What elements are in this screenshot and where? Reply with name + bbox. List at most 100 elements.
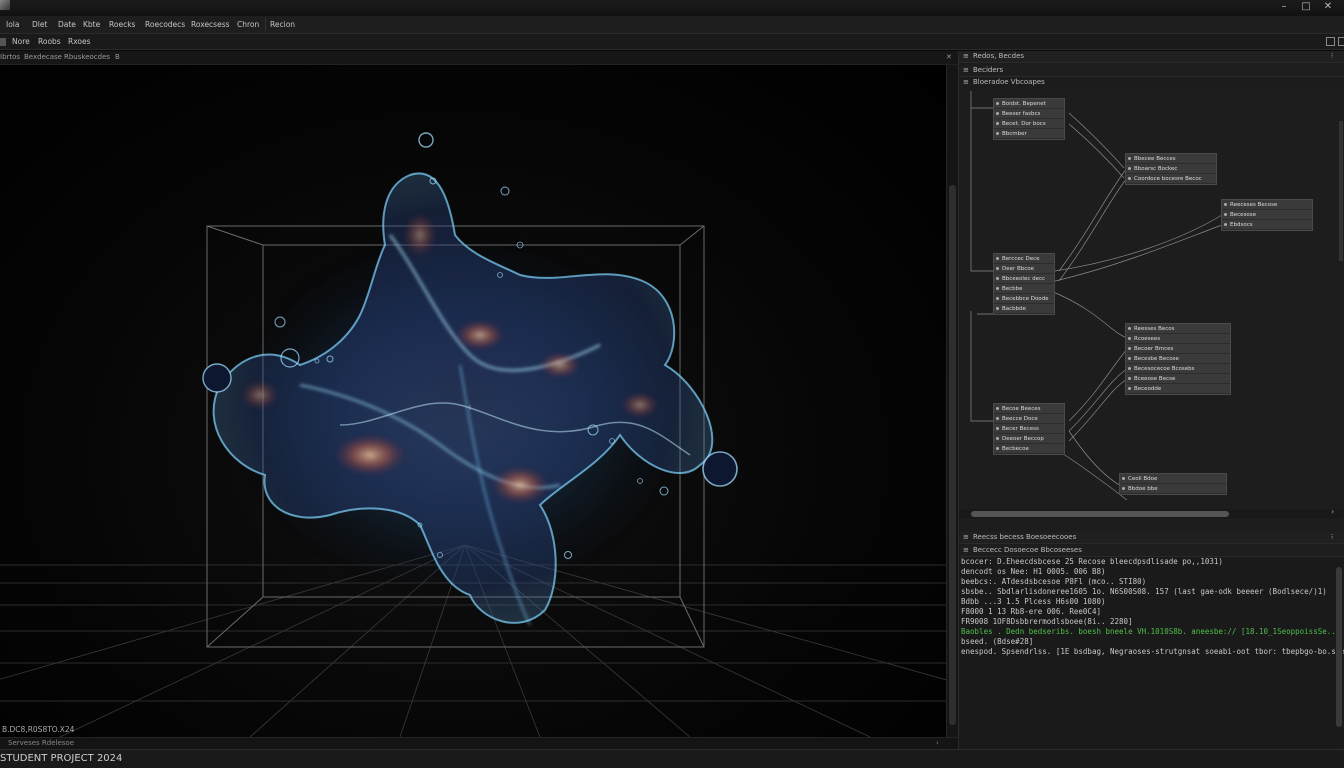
console-title: Reecss becess Boesoeecooes — [973, 533, 1077, 541]
viewport-tab[interactable]: Bexdecase — [24, 53, 62, 61]
node-row: Bbecee Becces — [1126, 154, 1216, 164]
status-text: STUDENT PROJECT 2024 — [0, 753, 123, 764]
menu-item[interactable]: Roecodecs — [141, 18, 189, 31]
node-row: Becesbe Becose — [1126, 354, 1230, 364]
node-row: Becbbe — [994, 284, 1054, 294]
node-editor-icon: ≡ — [963, 78, 969, 86]
node-row: Coordoce bocesre Becoc — [1126, 174, 1216, 184]
console-line: bcocer: D.Eheecdsbcese 25 Recose bleecdp… — [961, 557, 1223, 566]
console-scrollbar[interactable] — [1335, 559, 1343, 739]
menu-item[interactable]: Roxecsess — [187, 18, 234, 31]
viewport-tab[interactable]: B — [115, 53, 120, 61]
menu-item[interactable]: Kbte — [79, 18, 104, 31]
node-row: Becoe Beeces — [994, 404, 1064, 414]
graph-node[interactable]: Bbecee Becces Bboarsc Bockec Coordoce bo… — [1125, 153, 1217, 185]
menu-bar: Iola Dlet Date Kbte Roecks Roecodecs Rox… — [0, 16, 1344, 34]
panel-collapse-icon[interactable]: ≡ — [963, 66, 969, 74]
menu-item[interactable]: Roecks — [105, 18, 139, 31]
viewport-close-button[interactable]: ✕ — [946, 53, 952, 61]
menu-item[interactable]: Date — [54, 18, 80, 31]
panel-options-icon[interactable]: ⁝ — [1331, 533, 1333, 541]
viewport-scrollbar[interactable] — [946, 65, 958, 737]
scrollbar-thumb[interactable] — [1336, 567, 1342, 727]
menu-item[interactable]: Chron — [233, 18, 263, 31]
panel-collapse-icon[interactable]: ≡ — [963, 546, 969, 554]
3d-viewport[interactable]: B.DC8,R0S8TO.X24 — [0, 65, 946, 737]
viewport-footer: Serveses Rdelesoe › — [0, 737, 958, 749]
toolbar-button[interactable]: Rxoes — [64, 36, 95, 47]
node-row: Bboarsc Bockec — [1126, 164, 1216, 174]
panel-menu-icon[interactable]: ≡ — [963, 533, 969, 541]
node-row: Becebbce Doode — [994, 294, 1054, 304]
node-row: Bceeose Becse — [1126, 374, 1230, 384]
graph-node[interactable]: Becoe Beeces Beecce Doce Becer Becess De… — [993, 403, 1065, 455]
node-panel-subheader: ≡ Beciders — [959, 65, 1344, 77]
node-row: Deeoer Beccop — [994, 434, 1064, 444]
node-row: Bbceeolec decc — [994, 274, 1054, 284]
console-line: F8000 1 13 Rb8-ere 006. Ree0C4] — [961, 607, 1101, 616]
graph-node[interactable]: Reesses Becos Rcoesees Becoer Bmces Bece… — [1125, 323, 1231, 395]
right-panel: ≡ Redos, Becdes ⁝ ≡ Beciders ≡ Bloeradoe… — [958, 51, 1344, 749]
chevron-right-icon[interactable]: › — [1331, 507, 1334, 516]
menu-item[interactable]: Recion — [265, 18, 299, 31]
node-row: Bacbbde — [994, 304, 1054, 314]
close-button[interactable]: ✕ — [1321, 0, 1335, 14]
scrollbar-thumb[interactable] — [971, 511, 1229, 517]
node-row: Beceodde — [1126, 384, 1230, 394]
node-row: Becer Becess — [994, 424, 1064, 434]
console-subheader: ≡ Beccecc Dosoecoe Bbcoseeses — [959, 545, 1344, 557]
app-logo-icon — [0, 0, 10, 10]
node-panel-header: ≡ Redos, Becdes ⁝ — [959, 51, 1344, 63]
node-row: Reeceses Becose — [1222, 200, 1312, 210]
viewport-header: Ibrtos Bexdecase Rbuskeocdes B ✕ — [0, 51, 958, 65]
menu-item[interactable]: Dlet — [28, 18, 51, 31]
title-bar: – □ ✕ — [0, 0, 1344, 16]
chevron-right-icon[interactable]: › — [936, 739, 939, 747]
node-panel-title: Redos, Becdes — [973, 52, 1025, 60]
console-output[interactable]: bcocer: D.Eheecdsbcese 25 Recose bleecdp… — [959, 557, 1344, 749]
node-canvas-hscroll[interactable]: › — [959, 507, 1343, 519]
node-row: Beecce Doce — [994, 414, 1064, 424]
node-row: Beeser fasbcs — [994, 109, 1064, 119]
scrollbar-thumb[interactable] — [949, 185, 956, 725]
fluid-simulation-render — [0, 132, 946, 737]
viewport-tab[interactable]: Rbuskeocdes — [64, 53, 110, 61]
node-canvas-vscroll[interactable] — [1339, 121, 1343, 261]
node-row: Becesocecoe Bcosebs — [1126, 364, 1230, 374]
toolbar-button[interactable]: Nore — [8, 36, 34, 47]
graph-node[interactable]: Ceoli Bdoe Bbdoe bbe — [1119, 473, 1227, 495]
node-row: Deer Bbcoe — [994, 264, 1054, 274]
menu-item[interactable]: Iola — [2, 18, 23, 31]
maximize-button[interactable]: □ — [1299, 0, 1313, 14]
viewport-tab[interactable]: Ibrtos — [0, 53, 20, 61]
node-row: Ebdsocs — [1222, 220, 1312, 230]
console-subtitle: Beccecc Dosoecoe Bbcoseeses — [973, 546, 1082, 554]
console-line: Bdbb ...3 1.5 Plcess H6s00 1080) — [961, 597, 1106, 606]
panel-options-icon[interactable]: ⁝ — [1331, 52, 1333, 60]
toolbar-button[interactable]: Roobs — [34, 36, 65, 47]
node-row: Becoer Bmces — [1126, 344, 1230, 354]
minimize-button[interactable]: – — [1277, 0, 1291, 14]
layout-icon[interactable] — [1326, 37, 1335, 46]
console-line: bseed. (Bdse#28] — [961, 637, 1034, 646]
console-line: beebcs:. ATdesdsbcesoe P8Fl (mco.. STI80… — [961, 577, 1147, 586]
toolbar: Nore Roobs Rxoes — [0, 34, 1344, 50]
node-row: Bbdoe bbe — [1120, 484, 1226, 494]
console-line-success: Baobles . Dedn bedseribs. boesh bneele V… — [961, 627, 1344, 636]
node-row: Boidst. Bepenet — [994, 99, 1064, 109]
node-panel-subtitle: Beciders — [973, 66, 1004, 74]
graph-node[interactable]: Boidst. Bepenet Beeser fasbcs Becet. Dor… — [993, 98, 1065, 140]
node-row: Reesses Becos — [1126, 324, 1230, 334]
window-icon[interactable] — [1338, 37, 1344, 46]
graph-node[interactable]: Berccec Dece Deer Bbcoe Bbceeolec decc B… — [993, 253, 1055, 315]
graph-node[interactable]: Reeceses Becose Becesose Ebdsocs — [1221, 199, 1313, 231]
node-editor-header: ≡ Bloeradoe Vbcoapes — [959, 77, 1344, 89]
node-row: Becesose — [1222, 210, 1312, 220]
node-editor-canvas[interactable]: Boidst. Bepenet Beeser fasbcs Becet. Dor… — [959, 91, 1343, 557]
console-panel-header: ≡ Reecss becess Boesoeecooes ⁝ — [959, 532, 1344, 544]
panel-menu-icon[interactable]: ≡ — [963, 52, 969, 60]
node-row: Rcoesees — [1126, 334, 1230, 344]
toolbar-grip-icon — [0, 38, 6, 46]
viewport-footer-label: Serveses Rdelesoe — [8, 739, 75, 747]
console-line: sbsbe.. Sbdlarlisdoneree1605 1o. N6S00S0… — [961, 587, 1327, 596]
